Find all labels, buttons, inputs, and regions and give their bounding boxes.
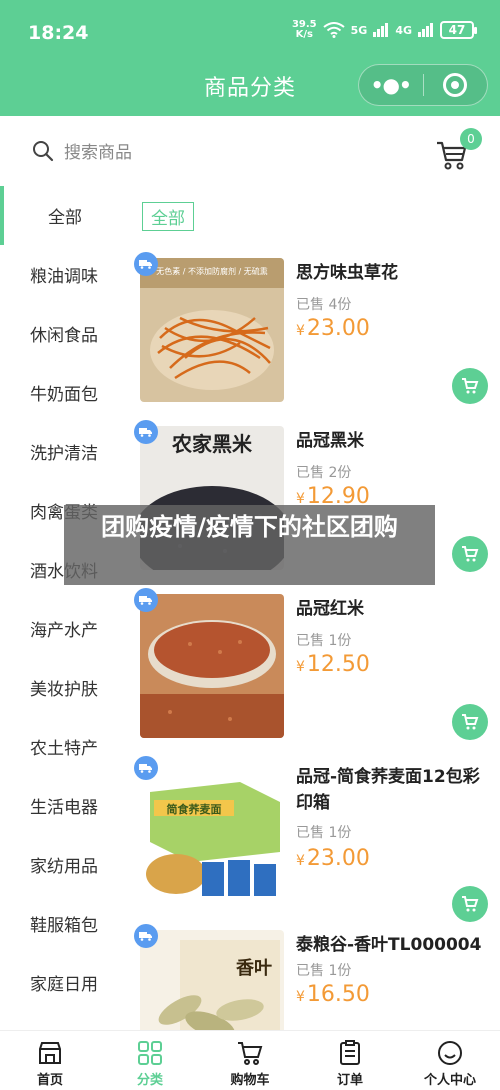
product-card[interactable]: 简食荞麦面 品冠-简食荞麦面12包彩印箱 已售 1份 ¥23.00 — [128, 756, 500, 930]
sidebar-item-shoes-bags[interactable]: 鞋服箱包 — [0, 894, 128, 953]
sidebar-item-seafood[interactable]: 海产水产 — [0, 599, 128, 658]
product-image: 无色素 / 不添加防腐剂 / 无硫熏 — [140, 258, 284, 402]
filter-tag[interactable]: 全部 — [142, 202, 194, 231]
product-image-caption: 农家黑米 — [172, 432, 252, 456]
product-name: 思方味虫草花 — [296, 263, 398, 283]
product-price: ¥23.00 — [296, 316, 370, 341]
signal-icon — [373, 23, 389, 37]
network-5g-label: 5G — [350, 23, 368, 37]
product-card[interactable]: 无色素 / 不添加防腐剂 / 无硫熏 思方味虫草花 已售 4份 ¥23.00 — [128, 252, 500, 426]
page: 18:24 39.5 K/s 5G 4G 47 商品分类 •●• 搜索商品 0 … — [0, 0, 500, 1090]
status-indicators: 39.5 K/s 5G 4G 47 — [291, 19, 477, 40]
tab-profile[interactable]: 个人中心 — [400, 1031, 500, 1090]
add-to-cart-button[interactable] — [452, 368, 488, 404]
sidebar-item-local-specialty[interactable]: 农土特产 — [0, 717, 128, 776]
sidebar-item-appliances[interactable]: 生活电器 — [0, 776, 128, 835]
product-list: 全部 无色素 / 不添加防腐剂 / 无硫熏 思方味虫草花 已售 4份 ¥23.0… — [128, 186, 500, 1036]
product-price: ¥23.00 — [296, 846, 370, 871]
overlay-banner: 团购疫情/疫情下的社区团购 — [64, 505, 435, 585]
cart-icon — [462, 546, 479, 562]
search-placeholder: 搜索商品 — [64, 143, 132, 163]
delivery-truck-icon — [134, 756, 158, 780]
tab-orders[interactable]: 订单 — [300, 1031, 400, 1090]
product-image-caption: 简食荞麦面 — [166, 803, 222, 816]
signal-icon-2 — [418, 23, 433, 37]
add-to-cart-button[interactable] — [452, 536, 488, 572]
product-name: 品冠黑米 — [296, 431, 364, 451]
product-price: ¥16.50 — [296, 982, 370, 1007]
status-time: 18:24 — [28, 22, 89, 44]
cart-icon — [238, 1042, 263, 1065]
tab-home[interactable]: 首页 — [0, 1031, 100, 1090]
store-icon — [39, 1042, 61, 1064]
product-image-caption: 香叶 — [236, 958, 272, 979]
category-sidebar: 全部 粮油调味 休闲食品 牛奶面包 洗护清洁 肉禽蛋类 酒水饮料 海产水产 美妆… — [0, 186, 128, 1036]
search-input[interactable]: 搜索商品 — [32, 138, 132, 163]
delivery-truck-icon — [134, 420, 158, 444]
product-sold: 已售 1份 — [296, 633, 352, 649]
close-miniapp-button[interactable] — [424, 73, 488, 97]
miniapp-capsule: •●• — [358, 64, 488, 106]
cart-icon — [462, 896, 479, 912]
product-card[interactable]: 香叶 泰粮谷-香叶TL000004 已售 1份 ¥16.50 — [128, 924, 500, 1036]
network-4g-label: 4G — [395, 23, 412, 37]
product-image: 简食荞麦面 — [140, 762, 284, 906]
cart-icon — [462, 714, 479, 730]
delivery-truck-icon — [134, 924, 158, 948]
product-sold: 已售 1份 — [296, 963, 352, 979]
sidebar-item-all[interactable]: 全部 — [0, 186, 128, 245]
grid-icon — [138, 1041, 162, 1065]
tab-category[interactable]: 分类 — [100, 1031, 200, 1090]
target-icon — [443, 73, 468, 97]
cart-button[interactable]: 0 — [434, 128, 482, 174]
product-name: 泰粮谷-香叶TL000004 — [296, 935, 482, 955]
product-sold: 已售 1份 — [296, 825, 352, 841]
product-card[interactable]: 品冠红米 已售 1份 ¥12.50 — [128, 588, 500, 762]
search-bar: 搜索商品 0 — [0, 116, 500, 186]
search-icon — [33, 140, 54, 161]
tab-cart[interactable]: 购物车 — [200, 1031, 300, 1090]
sidebar-item-grain-oil[interactable]: 粮油调味 — [0, 245, 128, 304]
product-image: 香叶 — [140, 930, 284, 1036]
product-image-caption: 无色素 / 不添加防腐剂 / 无硫熏 — [156, 267, 268, 276]
sidebar-item-textiles[interactable]: 家纺用品 — [0, 835, 128, 894]
clipboard-icon — [340, 1040, 360, 1065]
tab-bar: 首页 分类 购物车 订单 个人中心 — [0, 1030, 500, 1090]
sidebar-item-cleaning[interactable]: 洗护清洁 — [0, 422, 128, 481]
add-to-cart-button[interactable] — [452, 704, 488, 740]
header: 18:24 39.5 K/s 5G 4G 47 商品分类 •●• — [0, 0, 500, 116]
product-name: 品冠-简食荞麦面12包彩印箱 — [296, 767, 480, 813]
sidebar-item-household[interactable]: 家庭日用 — [0, 953, 128, 1012]
network-speed: 39.5 K/s — [291, 19, 317, 40]
delivery-truck-icon — [134, 588, 158, 612]
wifi-icon — [323, 22, 345, 38]
product-sold: 已售 2份 — [296, 465, 352, 481]
cart-count-badge: 0 — [460, 128, 482, 150]
sidebar-item-snacks[interactable]: 休闲食品 — [0, 304, 128, 363]
product-price: ¥12.50 — [296, 652, 370, 677]
more-menu-button[interactable]: •●• — [359, 73, 423, 97]
product-sold: 已售 4份 — [296, 297, 352, 313]
add-to-cart-button[interactable] — [452, 886, 488, 922]
sidebar-item-milk-bread[interactable]: 牛奶面包 — [0, 363, 128, 422]
cart-icon — [462, 378, 479, 394]
sidebar-item-beauty[interactable]: 美妆护肤 — [0, 658, 128, 717]
smile-icon — [438, 1041, 462, 1065]
product-image — [140, 594, 284, 738]
delivery-truck-icon — [134, 252, 158, 276]
battery-icon: 47 — [440, 21, 477, 39]
product-name: 品冠红米 — [296, 599, 364, 619]
